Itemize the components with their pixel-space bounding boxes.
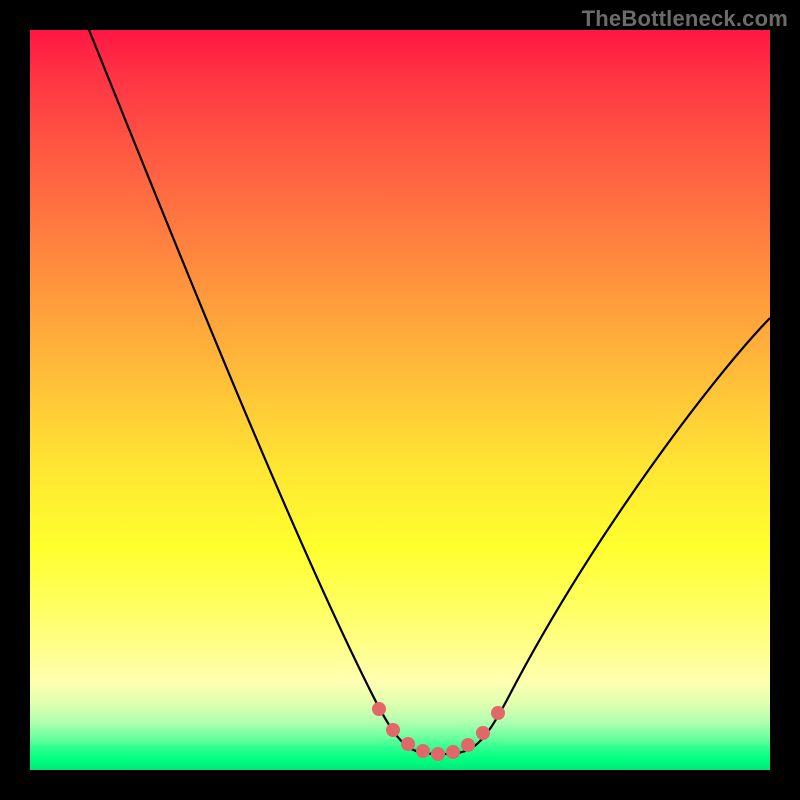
watermark-text: TheBottleneck.com bbox=[582, 6, 788, 32]
plot-area bbox=[30, 30, 770, 770]
curve-layer bbox=[30, 30, 770, 770]
chart-frame: TheBottleneck.com bbox=[0, 0, 800, 800]
bottleneck-curve bbox=[89, 30, 770, 754]
trough-markers bbox=[372, 702, 505, 761]
